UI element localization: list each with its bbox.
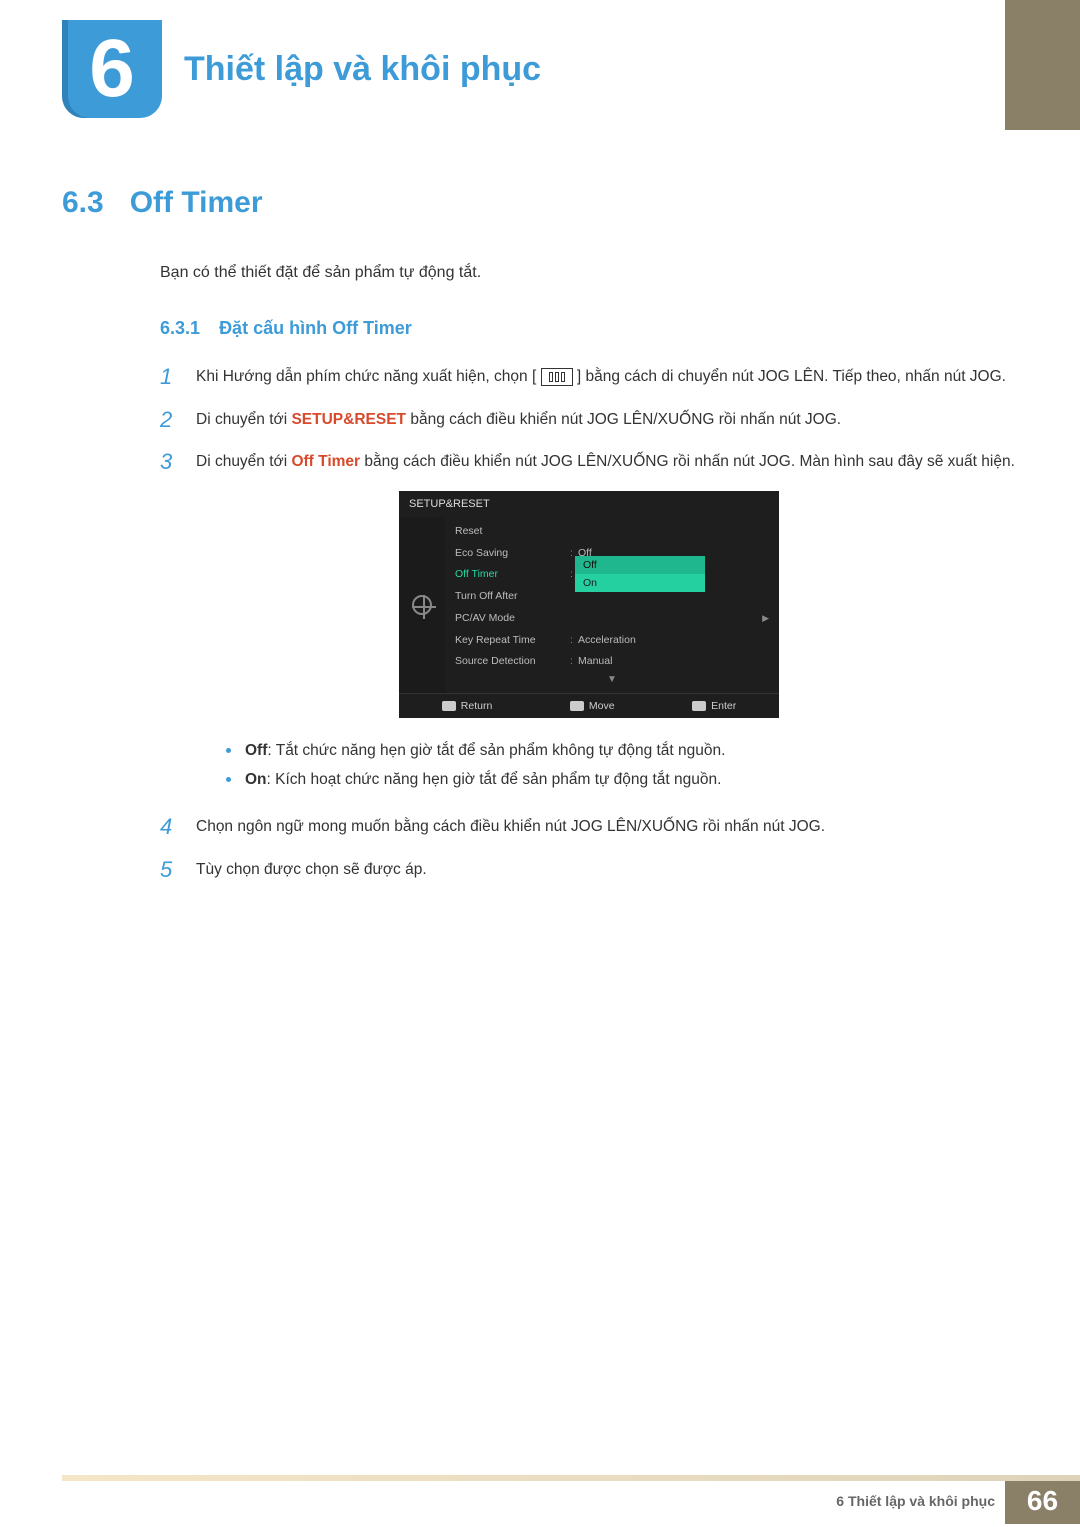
step-4: 4 Chọn ngôn ngữ mong muốn bằng cách điều… bbox=[160, 813, 1018, 842]
menu-icon bbox=[541, 368, 573, 386]
osd-screenshot: SETUP&RESET Reset Eco Saving : Off Off T bbox=[160, 491, 1018, 718]
return-icon bbox=[442, 701, 456, 711]
colon: : bbox=[570, 654, 578, 670]
step-text: Di chuyển tới SETUP&RESET bằng cách điều… bbox=[196, 406, 841, 435]
step-number: 1 bbox=[160, 363, 178, 392]
osd-row-pcav: PC/AV Mode ▶ bbox=[445, 608, 779, 630]
text-fragment: Di chuyển tới bbox=[196, 411, 291, 428]
bullet-keyword: Off bbox=[245, 742, 267, 759]
keyword-setup-reset: SETUP&RESET bbox=[291, 411, 406, 428]
step-text: Tùy chọn được chọn sẽ được áp. bbox=[196, 856, 427, 885]
osd-label: Off Timer bbox=[455, 567, 570, 583]
subsection-title: Đặt cấu hình Off Timer bbox=[219, 318, 412, 338]
step-1: 1 Khi Hướng dẫn phím chức năng xuất hiện… bbox=[160, 363, 1018, 392]
section-body: 6.3 Off Timer Bạn có thể thiết đặt để sả… bbox=[62, 186, 1018, 898]
step-number: 4 bbox=[160, 813, 178, 842]
osd-row-reset: Reset bbox=[445, 521, 779, 543]
chapter-header: 6 Thiết lập và khôi phục bbox=[62, 20, 541, 118]
enter-icon bbox=[692, 701, 706, 711]
keyword-off-timer: Off Timer bbox=[291, 453, 360, 470]
subsection-number: 6.3.1 bbox=[160, 318, 200, 338]
osd-row-key-repeat: Key Repeat Time : Acceleration bbox=[445, 630, 779, 652]
step-text: Chọn ngôn ngữ mong muốn bằng cách điều k… bbox=[196, 813, 825, 842]
bullet-text: On: Kích hoạt chức năng hẹn giờ tắt để s… bbox=[245, 765, 721, 794]
gear-icon bbox=[412, 595, 432, 615]
section-heading: 6.3 Off Timer bbox=[62, 186, 1018, 220]
text-fragment: : Tắt chức năng hẹn giờ tắt để sản phẩm … bbox=[267, 742, 725, 759]
bullet-on: On: Kích hoạt chức năng hẹn giờ tắt để s… bbox=[226, 765, 1018, 794]
page-footer: 6 Thiết lập và khôi phục 66 bbox=[0, 1475, 1080, 1527]
section-title: Off Timer bbox=[130, 186, 263, 220]
steps-list-cont: 4 Chọn ngôn ngữ mong muốn bằng cách điều… bbox=[160, 813, 1018, 884]
step-5: 5 Tùy chọn được chọn sẽ được áp. bbox=[160, 856, 1018, 885]
osd-title: SETUP&RESET bbox=[399, 491, 779, 517]
osd-footer-label: Return bbox=[461, 700, 493, 712]
subsection-heading: 6.3.1 Đặt cấu hình Off Timer bbox=[160, 318, 1018, 339]
osd-label: Source Detection bbox=[455, 654, 570, 670]
step-number: 2 bbox=[160, 406, 178, 435]
osd-label: PC/AV Mode bbox=[455, 611, 570, 627]
osd-body: Reset Eco Saving : Off Off Timer : Turn … bbox=[399, 517, 779, 693]
osd-footer-enter: Enter bbox=[692, 700, 736, 712]
steps-list: 1 Khi Hướng dẫn phím chức năng xuất hiện… bbox=[160, 363, 1018, 477]
osd-value: Manual bbox=[578, 654, 769, 670]
text-fragment: bằng cách điều khiển nút JOG LÊN/XUỐNG r… bbox=[364, 453, 1015, 470]
step-text: Di chuyển tới Off Timer bằng cách điều k… bbox=[196, 448, 1015, 477]
intro-text: Bạn có thể thiết đặt để sản phẩm tự động… bbox=[160, 264, 1018, 282]
osd-label: Key Repeat Time bbox=[455, 633, 570, 649]
bullet-list: Off: Tắt chức năng hẹn giờ tắt để sản ph… bbox=[226, 736, 1018, 795]
osd-footer-return: Return bbox=[442, 700, 493, 712]
osd-row-source-detection: Source Detection : Manual bbox=[445, 651, 779, 673]
osd-panel: SETUP&RESET Reset Eco Saving : Off Off T bbox=[399, 491, 779, 718]
osd-footer-label: Move bbox=[589, 700, 615, 712]
bullet-off: Off: Tắt chức năng hẹn giờ tắt để sản ph… bbox=[226, 736, 1018, 765]
osd-label: Reset bbox=[455, 524, 570, 540]
step-2: 2 Di chuyển tới SETUP&RESET bằng cách đi… bbox=[160, 406, 1018, 435]
page-number: 66 bbox=[1005, 1478, 1080, 1524]
osd-option-off: Off bbox=[575, 556, 705, 574]
osd-menu-list: Reset Eco Saving : Off Off Timer : Turn … bbox=[445, 517, 779, 693]
step-text: Khi Hướng dẫn phím chức năng xuất hiện, … bbox=[196, 363, 1006, 392]
text-fragment: ] bằng cách di chuyển nút JOG LÊN. Tiếp … bbox=[577, 368, 1006, 385]
text-fragment: Khi Hướng dẫn phím chức năng xuất hiện, … bbox=[196, 368, 536, 385]
step-3: 3 Di chuyển tới Off Timer bằng cách điều… bbox=[160, 448, 1018, 477]
move-icon bbox=[570, 701, 584, 711]
text-fragment: Di chuyển tới bbox=[196, 453, 291, 470]
bullet-dot-icon bbox=[226, 748, 231, 753]
osd-footer: Return Move Enter bbox=[399, 693, 779, 718]
osd-label: Turn Off After bbox=[455, 589, 570, 605]
step-number: 3 bbox=[160, 448, 178, 477]
text-fragment: : Kích hoạt chức năng hẹn giờ tắt để sản… bbox=[267, 771, 722, 788]
bullet-dot-icon bbox=[226, 777, 231, 782]
osd-option-on: On bbox=[575, 574, 705, 592]
chevron-down-icon: ▼ bbox=[445, 673, 779, 689]
bullet-keyword: On bbox=[245, 771, 267, 788]
chapter-title: Thiết lập và khôi phục bbox=[184, 50, 541, 89]
text-fragment: bằng cách điều khiển nút JOG LÊN/XUỐNG r… bbox=[410, 411, 841, 428]
footer-bar bbox=[62, 1475, 1080, 1481]
osd-dropdown: Off On bbox=[575, 556, 705, 592]
caret-right-icon: ▶ bbox=[762, 612, 769, 626]
header-right-band bbox=[1005, 0, 1080, 130]
osd-sidebar bbox=[399, 517, 445, 693]
chapter-number-badge: 6 bbox=[62, 20, 162, 118]
step-number: 5 bbox=[160, 856, 178, 885]
osd-footer-move: Move bbox=[570, 700, 615, 712]
osd-label: Eco Saving bbox=[455, 546, 570, 562]
footer-chapter-label: 6 Thiết lập và khôi phục bbox=[836, 1493, 1005, 1509]
section-number: 6.3 bbox=[62, 186, 104, 220]
osd-value: Acceleration bbox=[578, 633, 769, 649]
colon: : bbox=[570, 633, 578, 649]
bullet-text: Off: Tắt chức năng hẹn giờ tắt để sản ph… bbox=[245, 736, 725, 765]
osd-footer-label: Enter bbox=[711, 700, 736, 712]
